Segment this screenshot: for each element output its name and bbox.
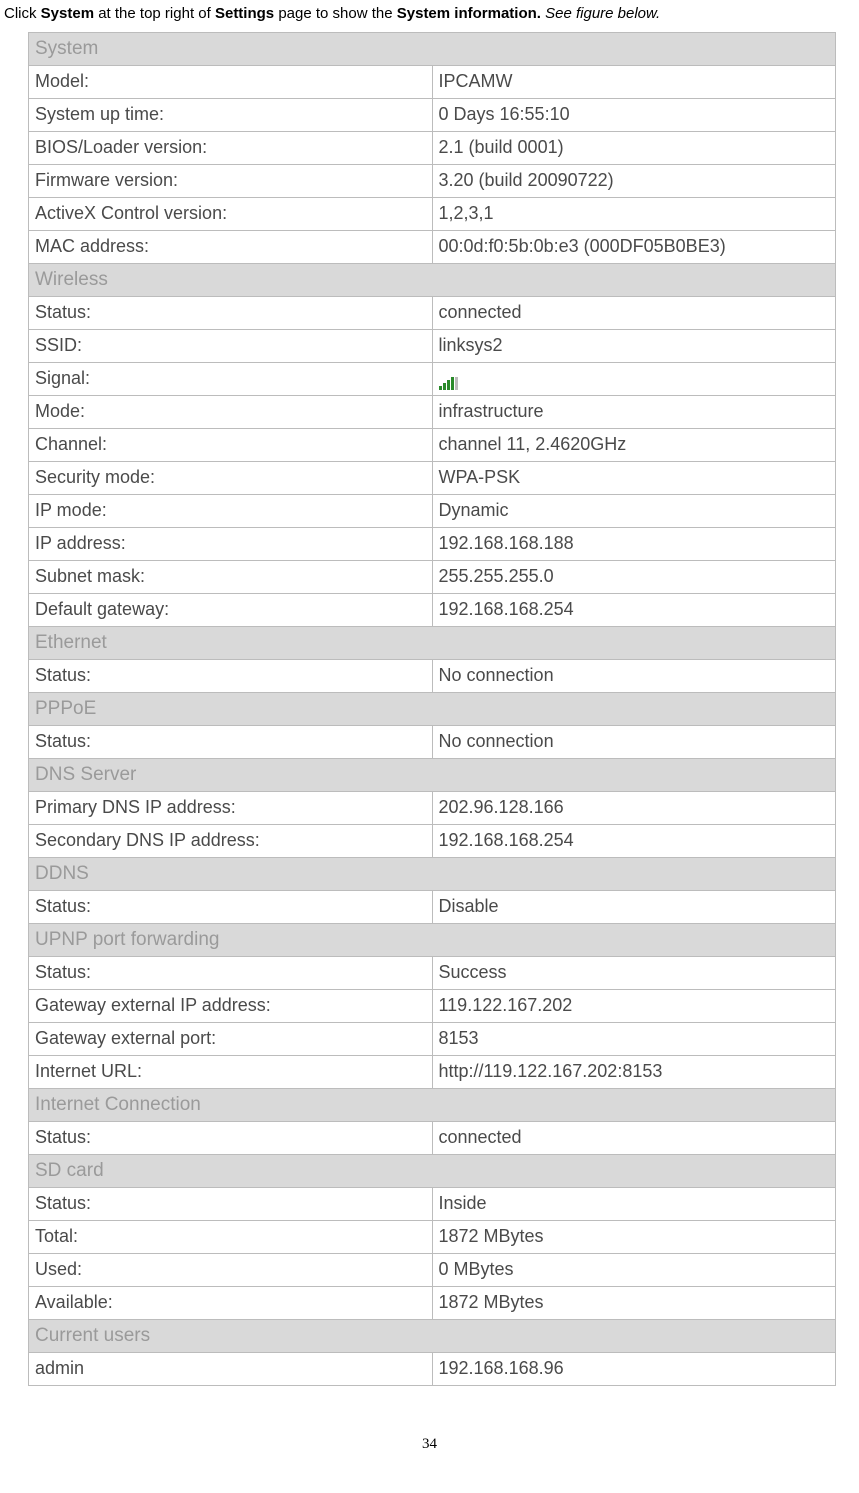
row-label: Gateway external IP address: xyxy=(29,990,433,1023)
row-value: Inside xyxy=(432,1188,836,1221)
row-label: Status: xyxy=(29,1188,433,1221)
row-label: Status: xyxy=(29,957,433,990)
row-label: Internet URL: xyxy=(29,1056,433,1089)
section-header: UPNP port forwarding xyxy=(29,924,836,957)
row-value: 00:0d:f0:5b:0b:e3 (000DF05B0BE3) xyxy=(432,231,836,264)
row-label: BIOS/Loader version: xyxy=(29,132,433,165)
instruction-prefix: Click xyxy=(4,5,41,22)
row-value: No connection xyxy=(432,726,836,759)
section-header: DDNS xyxy=(29,858,836,891)
row-label: SSID: xyxy=(29,330,433,363)
row-label: Status: xyxy=(29,891,433,924)
row-value: connected xyxy=(432,297,836,330)
row-label: MAC address: xyxy=(29,231,433,264)
section-header: Internet Connection xyxy=(29,1089,836,1122)
page-number: 34 xyxy=(0,1436,859,1453)
row-value: 192.168.168.96 xyxy=(432,1353,836,1386)
row-value: WPA-PSK xyxy=(432,462,836,495)
row-value: 192.168.168.254 xyxy=(432,594,836,627)
section-header: Wireless xyxy=(29,264,836,297)
row-value: infrastructure xyxy=(432,396,836,429)
row-value: No connection xyxy=(432,660,836,693)
row-value: 255.255.255.0 xyxy=(432,561,836,594)
row-label: Status: xyxy=(29,660,433,693)
row-label: IP mode: xyxy=(29,495,433,528)
row-label: Model: xyxy=(29,66,433,99)
row-label: Gateway external port: xyxy=(29,1023,433,1056)
section-header: DNS Server xyxy=(29,759,836,792)
section-header: Current users xyxy=(29,1320,836,1353)
row-value: 1872 MBytes xyxy=(432,1221,836,1254)
row-value: Success xyxy=(432,957,836,990)
row-label: Secondary DNS IP address: xyxy=(29,825,433,858)
page-container: Click System at the top right of Setting… xyxy=(0,0,859,1493)
instruction-mid1: at the top right of xyxy=(94,5,215,22)
row-value: http://119.122.167.202:8153 xyxy=(432,1056,836,1089)
instruction-italic: See figure below. xyxy=(541,5,660,22)
row-value: channel 11, 2.4620GHz xyxy=(432,429,836,462)
row-value: 2.1 (build 0001) xyxy=(432,132,836,165)
row-value: 192.168.168.254 xyxy=(432,825,836,858)
row-label: Default gateway: xyxy=(29,594,433,627)
row-label: Subnet mask: xyxy=(29,561,433,594)
instruction-bold2: Settings xyxy=(215,5,274,22)
row-label: ActiveX Control version: xyxy=(29,198,433,231)
instruction-bold3: System information. xyxy=(397,5,541,22)
section-header: Ethernet xyxy=(29,627,836,660)
system-info-table-wrap: SystemModel:IPCAMWSystem up time:0 Days … xyxy=(28,32,836,1386)
row-label: System up time: xyxy=(29,99,433,132)
row-value xyxy=(432,363,836,396)
row-label: admin xyxy=(29,1353,433,1386)
row-label: Firmware version: xyxy=(29,165,433,198)
system-info-table: SystemModel:IPCAMWSystem up time:0 Days … xyxy=(28,32,836,1386)
instruction-bold1: System xyxy=(41,5,94,22)
row-value: 0 MBytes xyxy=(432,1254,836,1287)
row-label: Status: xyxy=(29,1122,433,1155)
row-value: 3.20 (build 20090722) xyxy=(432,165,836,198)
row-value: 1,2,3,1 xyxy=(432,198,836,231)
row-label: Mode: xyxy=(29,396,433,429)
row-value: connected xyxy=(432,1122,836,1155)
row-label: Signal: xyxy=(29,363,433,396)
row-label: Available: xyxy=(29,1287,433,1320)
signal-strength-icon xyxy=(439,368,459,382)
row-label: Status: xyxy=(29,726,433,759)
instruction-mid2: page to show the xyxy=(274,5,397,22)
row-value: 192.168.168.188 xyxy=(432,528,836,561)
instruction-text: Click System at the top right of Setting… xyxy=(0,5,859,32)
row-value: 119.122.167.202 xyxy=(432,990,836,1023)
section-header: PPPoE xyxy=(29,693,836,726)
row-value: 0 Days 16:55:10 xyxy=(432,99,836,132)
row-value: 8153 xyxy=(432,1023,836,1056)
row-value: linksys2 xyxy=(432,330,836,363)
section-header: System xyxy=(29,33,836,66)
section-header: SD card xyxy=(29,1155,836,1188)
row-label: Total: xyxy=(29,1221,433,1254)
row-label: Channel: xyxy=(29,429,433,462)
row-label: IP address: xyxy=(29,528,433,561)
row-label: Security mode: xyxy=(29,462,433,495)
row-label: Status: xyxy=(29,297,433,330)
row-value: IPCAMW xyxy=(432,66,836,99)
row-value: Dynamic xyxy=(432,495,836,528)
row-value: 202.96.128.166 xyxy=(432,792,836,825)
row-label: Used: xyxy=(29,1254,433,1287)
row-value: Disable xyxy=(432,891,836,924)
row-value: 1872 MBytes xyxy=(432,1287,836,1320)
row-label: Primary DNS IP address: xyxy=(29,792,433,825)
